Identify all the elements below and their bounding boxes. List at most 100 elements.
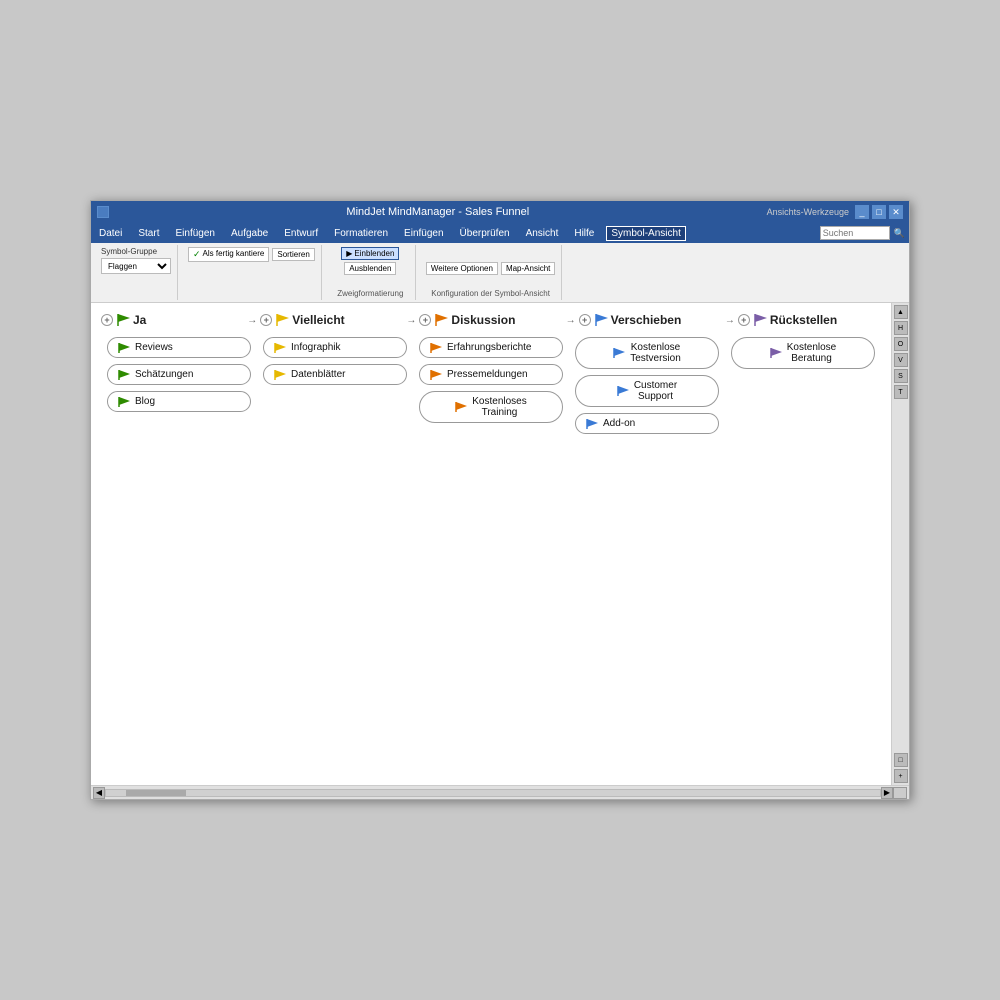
flag-dropdown[interactable]: Flaggen bbox=[101, 258, 171, 274]
search-input[interactable] bbox=[820, 226, 890, 240]
menu-start[interactable]: Start bbox=[134, 227, 163, 240]
node-label-kostenlose-testversion: KostenloseTestversion bbox=[630, 342, 681, 364]
ribbon-group-symbol: Symbol-Gruppe Flaggen bbox=[95, 245, 178, 300]
application-window: MindJet MindManager - Sales Funnel Ansic… bbox=[90, 200, 910, 800]
flag-icon-rueckstellen bbox=[753, 314, 767, 326]
sidebar-btn-8[interactable]: + bbox=[894, 769, 908, 783]
minimize-button[interactable]: _ bbox=[855, 205, 869, 219]
scroll-right-btn[interactable]: ▶ bbox=[881, 787, 893, 799]
menu-einfuegen2[interactable]: Einfügen bbox=[400, 227, 447, 240]
flag-icon-vielleicht bbox=[275, 314, 289, 326]
col-header-ja: + Ja bbox=[101, 313, 244, 327]
column-verschieben: KostenloseTestversion CustomerSupport bbox=[569, 337, 725, 434]
col-label-ja: Ja bbox=[133, 313, 146, 327]
node-reviews[interactable]: Reviews bbox=[107, 337, 251, 358]
sep-3: → bbox=[563, 315, 579, 326]
menu-hilfe[interactable]: Hilfe bbox=[570, 227, 598, 240]
menu-symbol-ansicht[interactable]: Symbol-Ansicht bbox=[606, 226, 685, 241]
expand-verschieben[interactable]: + bbox=[579, 314, 591, 326]
node-label-schaetzungen: Schätzungen bbox=[135, 369, 193, 380]
ribbon-group-weitere: Weitere Optionen Map-Ansicht Konfigurati… bbox=[420, 245, 563, 300]
sortieren-button[interactable]: Sortieren bbox=[272, 248, 314, 261]
canvas: + Ja → + bbox=[91, 303, 891, 785]
node-label-customer-support: CustomerSupport bbox=[634, 380, 677, 402]
flag-node-reviews bbox=[118, 343, 130, 353]
zweig-label: Zweigformatierung bbox=[332, 289, 409, 298]
node-blog[interactable]: Blog bbox=[107, 391, 251, 412]
scrollbar-track[interactable] bbox=[105, 789, 881, 797]
einblenden-button[interactable]: ▶ Einblenden bbox=[341, 247, 399, 260]
flag-node-datenblaetter bbox=[274, 370, 286, 380]
node-label-erfahrungsberichte: Erfahrungsberichte bbox=[447, 342, 532, 353]
menu-aufgabe[interactable]: Aufgabe bbox=[227, 227, 272, 240]
flag-node-blog bbox=[118, 397, 130, 407]
node-label-kostenloses-training: KostenlosesTraining bbox=[472, 396, 526, 418]
flag-node-schaetzungen bbox=[118, 370, 130, 380]
node-kostenlose-testversion[interactable]: KostenloseTestversion bbox=[575, 337, 719, 369]
ribbon-group-zweig: ▶ Einblenden Ausblenden Zweigformatierun… bbox=[326, 245, 416, 300]
node-label-kostenlose-beratung: KostenloseBeratung bbox=[787, 342, 836, 364]
sep-2: → bbox=[403, 315, 419, 326]
node-label-infographik: Infographik bbox=[291, 342, 340, 353]
expand-vielleicht[interactable]: + bbox=[260, 314, 272, 326]
node-infographik[interactable]: Infographik bbox=[263, 337, 407, 358]
flag-node-customer-support bbox=[617, 386, 629, 396]
node-schaetzungen[interactable]: Schätzungen bbox=[107, 364, 251, 385]
right-sidebar: ▲ H O V S T □ + bbox=[891, 303, 909, 785]
search-icon: 🔍 bbox=[894, 228, 905, 239]
expand-ja[interactable]: + bbox=[101, 314, 113, 326]
node-kostenloses-training[interactable]: KostenlosesTraining bbox=[419, 391, 563, 423]
sep-1: → bbox=[244, 315, 260, 326]
col-header-diskussion: + Diskussion bbox=[419, 313, 562, 327]
flag-node-erfahrungsberichte bbox=[430, 343, 442, 353]
sidebar-btn-1[interactable]: ▲ bbox=[894, 305, 908, 319]
flag-node-pressemeldungen bbox=[430, 370, 442, 380]
menu-einfuegen[interactable]: Einfügen bbox=[171, 227, 218, 240]
menu-formatieren[interactable]: Formatieren bbox=[330, 227, 392, 240]
columns-header-row: + Ja → + bbox=[101, 313, 881, 327]
menu-ueberpruefen[interactable]: Überprüfen bbox=[456, 227, 514, 240]
maximize-button[interactable]: □ bbox=[872, 205, 886, 219]
node-label-datenblaetter: Datenblätter bbox=[291, 369, 345, 380]
col-header-vielleicht: + Vielleicht bbox=[260, 313, 403, 327]
expand-rueckstellen[interactable]: + bbox=[738, 314, 750, 326]
node-addon[interactable]: Add-on bbox=[575, 413, 719, 434]
ausblenden-button[interactable]: Ausblenden bbox=[344, 262, 396, 275]
menu-datei[interactable]: Datei bbox=[95, 227, 126, 240]
fertig-button[interactable]: ✓ Als fertig kantiere bbox=[188, 247, 269, 262]
flag-node-addon bbox=[586, 419, 598, 429]
scroll-left-btn[interactable]: ◀ bbox=[93, 787, 105, 799]
title-bar: MindJet MindManager - Sales Funnel Ansic… bbox=[91, 201, 909, 223]
map-ansicht-button[interactable]: Map-Ansicht bbox=[501, 262, 555, 275]
scrollbar-horizontal[interactable]: ◀ ▶ bbox=[91, 785, 909, 799]
column-diskussion: Erfahrungsberichte Pressemeldungen bbox=[413, 337, 569, 423]
flag-icon-ja bbox=[116, 314, 130, 326]
col-label-rueckstellen: Rückstellen bbox=[770, 313, 837, 327]
node-datenblaetter[interactable]: Datenblätter bbox=[263, 364, 407, 385]
sidebar-btn-5[interactable]: S bbox=[894, 369, 908, 383]
menu-entwurf[interactable]: Entwurf bbox=[280, 227, 322, 240]
sidebar-btn-4[interactable]: V bbox=[894, 353, 908, 367]
node-pressemeldungen[interactable]: Pressemeldungen bbox=[419, 364, 563, 385]
scrollbar-thumb[interactable] bbox=[126, 790, 186, 796]
menu-bar: Datei Start Einfügen Aufgabe Entwurf For… bbox=[91, 223, 909, 243]
ansicht-label: Ansichts-Werkzeuge bbox=[767, 207, 849, 217]
sidebar-btn-2[interactable]: H bbox=[894, 321, 908, 335]
nodes-area: Reviews Schätzungen bbox=[101, 337, 881, 434]
sidebar-btn-6[interactable]: T bbox=[894, 385, 908, 399]
mindmap-container: + Ja → + bbox=[101, 313, 881, 775]
node-erfahrungsberichte[interactable]: Erfahrungsberichte bbox=[419, 337, 563, 358]
sidebar-btn-7[interactable]: □ bbox=[894, 753, 908, 767]
node-customer-support[interactable]: CustomerSupport bbox=[575, 375, 719, 407]
close-button[interactable]: ✕ bbox=[889, 205, 903, 219]
ribbon-group-actions: ✓ Als fertig kantiere Sortieren bbox=[182, 245, 322, 300]
col-header-verschieben: + Verschieben bbox=[579, 313, 722, 327]
node-kostenlose-beratung[interactable]: KostenloseBeratung bbox=[731, 337, 875, 369]
column-vielleicht: Infographik Datenblätter bbox=[257, 337, 413, 385]
weitere-button[interactable]: Weitere Optionen bbox=[426, 262, 498, 275]
column-ja: Reviews Schätzungen bbox=[101, 337, 257, 412]
expand-diskussion[interactable]: + bbox=[419, 314, 431, 326]
sidebar-btn-3[interactable]: O bbox=[894, 337, 908, 351]
menu-ansicht[interactable]: Ansicht bbox=[522, 227, 563, 240]
col-label-diskussion: Diskussion bbox=[451, 313, 515, 327]
